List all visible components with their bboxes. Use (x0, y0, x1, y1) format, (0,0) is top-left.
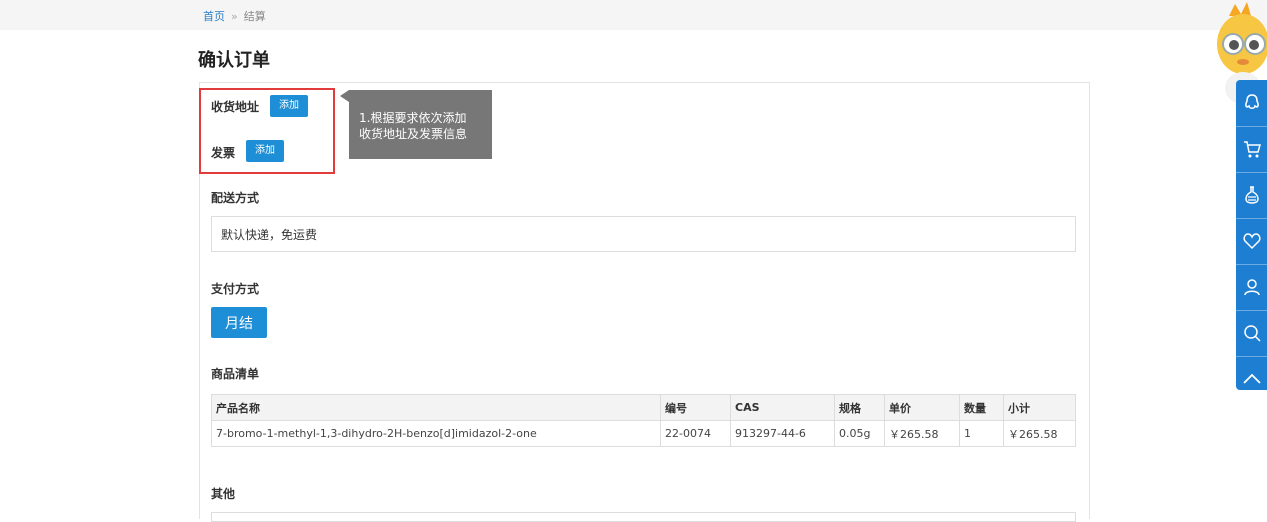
cell-unit-price: ￥265.58 (884, 420, 960, 447)
cell-cas: 913297-44-6 (730, 420, 835, 447)
guide-tooltip: 1.根据要求依次添加 收货地址及发票信息 (349, 90, 492, 159)
breadcrumb-current: 结算 (243, 10, 266, 23)
arrow-up-icon (1242, 373, 1261, 384)
other-input-box[interactable] (211, 512, 1076, 522)
qq-icon (1244, 94, 1259, 109)
goods-label: 商品清单 (211, 367, 260, 381)
cell-product-name: 7-bromo-1-methyl-1,3-dihydro-2H-benzo[d]… (211, 420, 661, 447)
sidebar-item-flask[interactable] (1236, 172, 1267, 219)
delivery-method-box: 默认快递，免运费 (211, 216, 1076, 252)
search-icon (1243, 325, 1261, 342)
col-cas: CAS (730, 394, 835, 421)
other-label: 其他 (211, 487, 236, 501)
cell-spec: 0.05g (834, 420, 885, 447)
tooltip-arrow (340, 90, 349, 102)
breadcrumb-separator: » (231, 10, 238, 23)
sidebar-item-back-to-top[interactable] (1236, 356, 1267, 402)
col-quantity: 数量 (959, 394, 1004, 421)
col-spec: 规格 (834, 394, 885, 421)
cell-code: 22-0074 (660, 420, 731, 447)
flask-icon (1244, 186, 1259, 204)
goods-header-row: 产品名称 编号 CAS 规格 单价 数量 小计 (211, 394, 1076, 421)
col-product-name: 产品名称 (211, 394, 661, 421)
breadcrumb: 首页 » 结算 (203, 8, 266, 24)
heart-icon (1242, 233, 1261, 250)
goods-table: 产品名称 编号 CAS 规格 单价 数量 小计 7-bromo-1-methyl… (211, 394, 1076, 447)
payment-monthly-button[interactable]: 月结 (211, 307, 267, 338)
right-sidebar (1236, 80, 1267, 390)
sidebar-item-favorite[interactable] (1236, 218, 1267, 265)
sidebar-item-user[interactable] (1236, 264, 1267, 311)
highlight-box (199, 88, 335, 174)
cell-subtotal: ￥265.58 (1003, 420, 1076, 447)
sidebar-item-search[interactable] (1236, 310, 1267, 357)
sidebar-item-cart[interactable] (1236, 126, 1267, 173)
tooltip-line-1: 1.根据要求依次添加 (359, 111, 467, 125)
payment-label: 支付方式 (211, 282, 260, 296)
col-code: 编号 (660, 394, 731, 421)
page-title: 确认订单 (198, 50, 270, 71)
sidebar-item-qq[interactable] (1236, 80, 1267, 127)
table-row: 7-bromo-1-methyl-1,3-dihydro-2H-benzo[d]… (211, 420, 1076, 447)
tooltip-line-2: 收货地址及发票信息 (359, 127, 468, 141)
delivery-label: 配送方式 (211, 191, 260, 205)
col-subtotal: 小计 (1003, 394, 1076, 421)
col-unit-price: 单价 (884, 394, 960, 421)
user-icon (1243, 279, 1260, 296)
cart-icon (1243, 141, 1261, 158)
top-bar (0, 0, 1267, 30)
cell-quantity: 1 (959, 420, 1004, 447)
breadcrumb-home-link[interactable]: 首页 (203, 10, 225, 23)
